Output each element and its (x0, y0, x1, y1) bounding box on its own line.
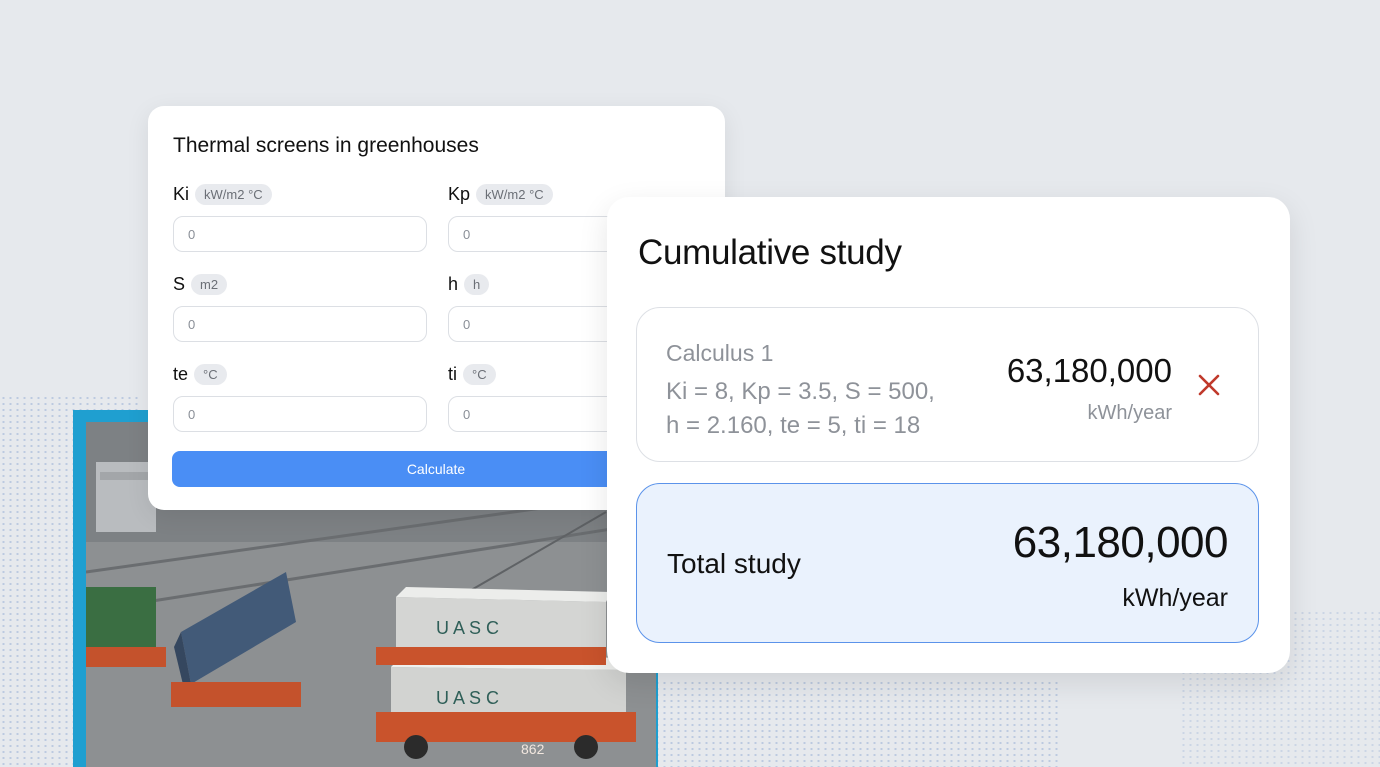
form-title: Thermal screens in greenhouses (173, 134, 479, 157)
total-study-box: Total study 63,180,000 kWh/year (636, 483, 1259, 643)
total-study-value: 63,180,000 (1012, 518, 1229, 567)
h-label: h (448, 273, 459, 294)
total-study-label: Total study (667, 548, 801, 579)
calculus-item: Calculus 1 Ki = 8, Kp = 3.5, S = 500, h … (636, 307, 1259, 462)
background-dot-pattern (640, 680, 1060, 767)
container-label: U A S C (436, 618, 499, 638)
calculus-value: 63,180,000 (1006, 352, 1172, 389)
cumulative-study-title: Cumulative study (638, 233, 902, 272)
h-unit-badge: h (464, 273, 490, 295)
calculus-unit: kWh/year (1087, 402, 1172, 424)
ti-label: ti (448, 363, 457, 384)
calculus-parameters: Ki = 8, Kp = 3.5, S = 500, h = 2.160, te… (666, 375, 966, 443)
calculus-parameters-line: h = 2.160, te = 5, ti = 18 (666, 412, 921, 439)
ti-unit-badge: °C (463, 363, 496, 385)
cumulative-study-card: Cumulative study Calculus 1 Ki = 8, Kp =… (607, 197, 1290, 673)
kp-unit-badge: kW/m2 °C (476, 183, 553, 205)
s-input[interactable]: 0 (173, 306, 427, 342)
s-unit-badge: m2 (191, 273, 228, 295)
close-icon[interactable] (1198, 374, 1220, 396)
te-unit-badge: °C (194, 363, 227, 385)
total-study-unit: kWh/year (1122, 584, 1228, 612)
container-label: U A S C (436, 688, 499, 708)
calculus-parameters-line: Ki = 8, Kp = 3.5, S = 500, (666, 378, 935, 405)
calculus-name: Calculus 1 (666, 340, 774, 366)
te-label: te (173, 363, 189, 384)
ki-field: Ki kW/m2 °C 0 (173, 182, 429, 252)
te-input[interactable]: 0 (173, 396, 427, 432)
ki-label: Ki (173, 183, 190, 204)
ki-input[interactable]: 0 (173, 216, 427, 252)
s-field: S m2 0 (173, 272, 429, 342)
vehicle-number: 862 (521, 741, 545, 757)
kp-label: Kp (448, 183, 471, 204)
s-label: S (173, 273, 186, 294)
ki-unit-badge: kW/m2 °C (195, 183, 272, 205)
te-field: te °C 0 (173, 362, 429, 432)
